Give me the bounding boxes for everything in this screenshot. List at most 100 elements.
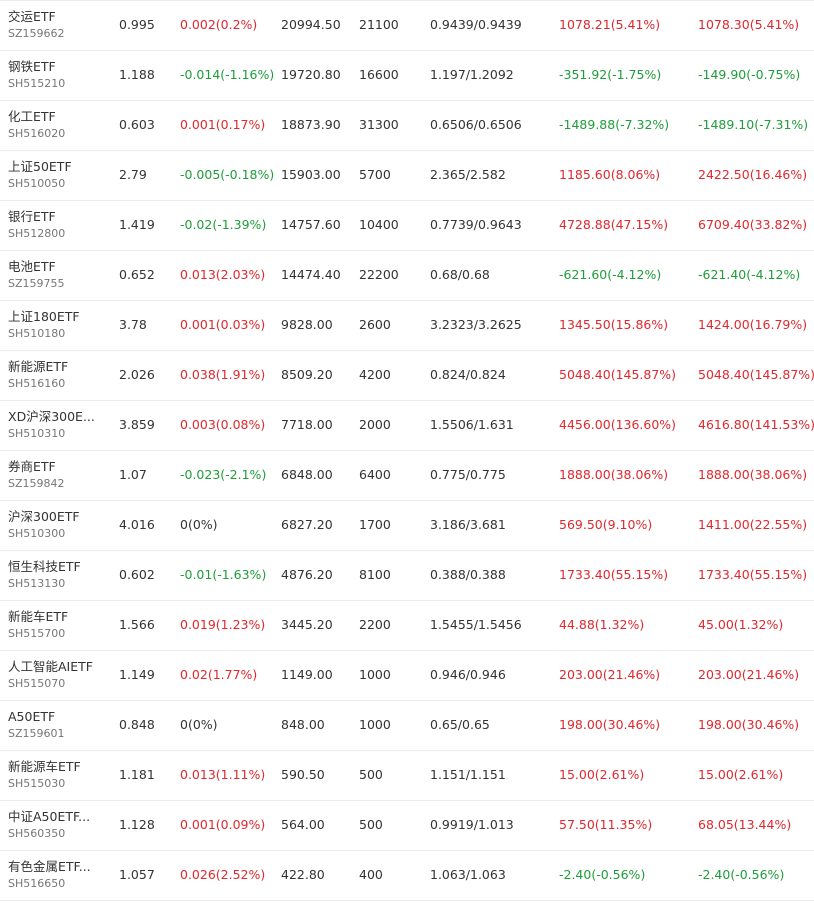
market-value-cell: 15903.00 <box>281 167 341 182</box>
fund-name[interactable]: 银行ETF <box>8 208 104 225</box>
profit-cell: 5048.40(145.87%) <box>559 367 677 382</box>
total-profit-cell: 15.00(2.61%) <box>698 767 784 782</box>
price-cell: 0.603 <box>119 117 155 132</box>
change-cell: 0(0%) <box>180 717 218 732</box>
change-cell: 0.026(2.52%) <box>180 867 266 882</box>
fund-name[interactable]: 券商ETF <box>8 458 104 475</box>
fund-name[interactable]: 交运ETF <box>8 8 104 25</box>
change-cell: 0.019(1.23%) <box>180 617 266 632</box>
price-cell: 1.07 <box>119 467 147 482</box>
fund-code: SH510310 <box>8 427 66 440</box>
profit-cell: -2.40(-0.56%) <box>559 867 646 882</box>
fund-code: SH560350 <box>8 827 66 840</box>
total-profit-cell: 203.00(21.46%) <box>698 667 800 682</box>
fund-name[interactable]: A50ETF <box>8 708 104 725</box>
fund-name[interactable]: 新能源ETF <box>8 358 104 375</box>
profit-cell: 1345.50(15.86%) <box>559 317 669 332</box>
total-profit-cell: 1078.30(5.41%) <box>698 17 800 32</box>
table-row[interactable]: 有色金属ETF... SH516650 1.057 0.026(2.52%) 422.8… <box>0 851 814 901</box>
shares-cell: 10400 <box>359 217 399 232</box>
fund-name[interactable]: 新能车ETF <box>8 608 104 625</box>
total-profit-cell: -621.40(-4.12%) <box>698 267 801 282</box>
table-row[interactable]: A50ETF SZ159601 0.848 0(0%) 848.00 1000 0.65/0… <box>0 701 814 751</box>
fund-name[interactable]: 沪深300ETF <box>8 508 104 525</box>
change-cell: 0.02(1.77%) <box>180 667 258 682</box>
table-row[interactable]: 中证A50ETF... SH560350 1.128 0.001(0.09%) 564.… <box>0 801 814 851</box>
cost-cell: 0.9439/0.9439 <box>430 17 522 32</box>
table-row[interactable]: XD沪深300E... SH510310 3.859 0.003(0.08%) 7718… <box>0 401 814 451</box>
market-value-cell: 8509.20 <box>281 367 333 382</box>
table-row[interactable]: 恒生科技ETF SH513130 0.602 -0.01(-1.63%) 4876.20… <box>0 551 814 601</box>
shares-cell: 22200 <box>359 267 399 282</box>
table-row[interactable]: 沪深300ETF SH510300 4.016 0(0%) 6827.20 1700 3.1… <box>0 501 814 551</box>
fund-name[interactable]: 恒生科技ETF <box>8 558 104 575</box>
cost-cell: 2.365/2.582 <box>430 167 506 182</box>
market-value-cell: 564.00 <box>281 817 325 832</box>
shares-cell: 2600 <box>359 317 391 332</box>
market-value-cell: 848.00 <box>281 717 325 732</box>
fund-name[interactable]: 中证A50ETF... <box>8 808 104 825</box>
fund-name[interactable]: 化工ETF <box>8 108 104 125</box>
table-row[interactable]: 上证50ETF SH510050 2.79 -0.005(-0.18%) 15903.0… <box>0 151 814 201</box>
price-cell: 0.602 <box>119 567 155 582</box>
table-row[interactable]: 新能车ETF SH515700 1.566 0.019(1.23%) 3445.20 22… <box>0 601 814 651</box>
cost-cell: 0.68/0.68 <box>430 267 490 282</box>
fund-code: SH510050 <box>8 177 66 190</box>
fund-name[interactable]: 上证180ETF <box>8 308 104 325</box>
table-row[interactable]: 人工智能AIETF SH515070 1.149 0.02(1.77%) 1149.00… <box>0 651 814 701</box>
profit-cell: 1078.21(5.41%) <box>559 17 661 32</box>
market-value-cell: 9828.00 <box>281 317 333 332</box>
change-cell: 0.038(1.91%) <box>180 367 266 382</box>
fund-name[interactable]: 人工智能AIETF <box>8 658 104 675</box>
table-row[interactable]: 券商ETF SZ159842 1.07 -0.023(-2.1%) 6848.00 640… <box>0 451 814 501</box>
table-row[interactable]: 钢铁ETF SH515210 1.188 -0.014(-1.16%) 19720.80… <box>0 51 814 101</box>
shares-cell: 2200 <box>359 617 391 632</box>
profit-cell: 203.00(21.46%) <box>559 667 661 682</box>
table-row[interactable]: 交运ETF SZ159662 0.995 0.002(0.2%) 20994.50 211… <box>0 1 814 51</box>
table-row[interactable]: 银行ETF SH512800 1.419 -0.02(-1.39%) 14757.60 1… <box>0 201 814 251</box>
total-profit-cell: -1489.10(-7.31%) <box>698 117 809 132</box>
fund-name-cell: 新能源车ETF SH515030 <box>8 758 108 792</box>
fund-name-cell: 新能车ETF SH515700 <box>8 608 108 642</box>
shares-cell: 5700 <box>359 167 391 182</box>
table-row[interactable]: 新能源ETF SH516160 2.026 0.038(1.91%) 8509.20 42… <box>0 351 814 401</box>
shares-cell: 4200 <box>359 367 391 382</box>
fund-code: SH515700 <box>8 627 66 640</box>
fund-code: SH515210 <box>8 77 66 90</box>
change-cell: -0.023(-2.1%) <box>180 467 267 482</box>
fund-name[interactable]: XD沪深300E... <box>8 408 104 425</box>
change-cell: -0.005(-0.18%) <box>180 167 275 182</box>
profit-cell: 4728.88(47.15%) <box>559 217 669 232</box>
fund-name-cell: A50ETF SZ159601 <box>8 708 108 742</box>
shares-cell: 8100 <box>359 567 391 582</box>
fund-name[interactable]: 上证50ETF <box>8 158 104 175</box>
profit-cell: 569.50(9.10%) <box>559 517 653 532</box>
table-row[interactable]: 新能源车ETF SH515030 1.181 0.013(1.11%) 590.50 50… <box>0 751 814 801</box>
fund-name-cell: 中证A50ETF... SH560350 <box>8 808 108 842</box>
fund-name[interactable]: 电池ETF <box>8 258 104 275</box>
cost-cell: 1.197/1.2092 <box>430 67 514 82</box>
price-cell: 0.652 <box>119 267 155 282</box>
table-row[interactable]: 电池ETF SZ159755 0.652 0.013(2.03%) 14474.40 22… <box>0 251 814 301</box>
table-row[interactable]: 化工ETF SH516020 0.603 0.001(0.17%) 18873.90 31… <box>0 101 814 151</box>
fund-code: SZ159601 <box>8 727 65 740</box>
price-cell: 1.419 <box>119 217 155 232</box>
price-cell: 1.188 <box>119 67 155 82</box>
fund-name[interactable]: 有色金属ETF... <box>8 858 104 875</box>
shares-cell: 21100 <box>359 17 399 32</box>
change-cell: 0(0%) <box>180 517 218 532</box>
shares-cell: 500 <box>359 767 383 782</box>
fund-name-cell: XD沪深300E... SH510310 <box>8 408 108 442</box>
change-cell: 0.013(1.11%) <box>180 767 266 782</box>
total-profit-cell: 1733.40(55.15%) <box>698 567 808 582</box>
profit-cell: 57.50(11.35%) <box>559 817 653 832</box>
cost-cell: 0.7739/0.9643 <box>430 217 522 232</box>
fund-code: SH513130 <box>8 577 66 590</box>
shares-cell: 31300 <box>359 117 399 132</box>
fund-name[interactable]: 钢铁ETF <box>8 58 104 75</box>
total-profit-cell: 1424.00(16.79%) <box>698 317 808 332</box>
profit-cell: 1185.60(8.06%) <box>559 167 661 182</box>
table-row[interactable]: 上证180ETF SH510180 3.78 0.001(0.03%) 9828.00 2… <box>0 301 814 351</box>
total-profit-cell: 45.00(1.32%) <box>698 617 784 632</box>
fund-name[interactable]: 新能源车ETF <box>8 758 104 775</box>
